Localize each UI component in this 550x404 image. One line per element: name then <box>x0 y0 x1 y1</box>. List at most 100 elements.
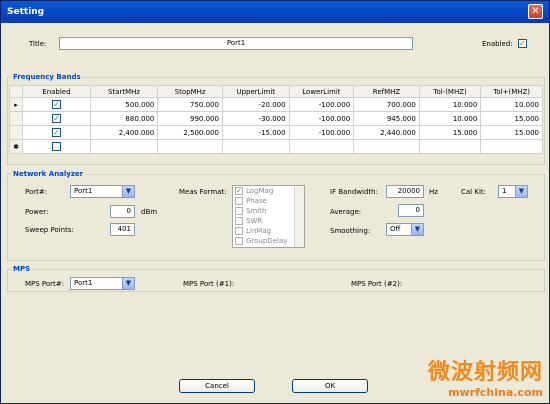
column-header-tol-minus[interactable]: Tol-(MHZ) <box>418 85 482 98</box>
meas-format-label: Meas Format: <box>179 188 227 196</box>
enabled-cell[interactable] <box>22 139 91 154</box>
column-header-tol-plus[interactable]: Tol+(MHZ) <box>480 85 543 98</box>
meas-format-list[interactable]: ✓ LogMag Phase Smith SWR LinMag GroupDela… <box>232 185 305 248</box>
ref-cell[interactable]: 945.000 <box>353 111 420 126</box>
meas-option-checkbox[interactable] <box>235 217 243 225</box>
cal-kit-label: Cal Kit: <box>461 188 486 196</box>
chevron-down-icon[interactable]: ▼ <box>411 224 423 235</box>
row-indicator[interactable]: ▸ <box>8 97 24 112</box>
upper-cell[interactable]: -20.000 <box>221 97 290 112</box>
title-input[interactable]: Port1 <box>59 37 413 50</box>
power-input[interactable]: 0 <box>110 205 135 218</box>
ref-cell[interactable] <box>353 139 420 154</box>
smoothing-select[interactable]: Off ▼ <box>386 223 424 236</box>
upper-cell[interactable] <box>221 139 290 154</box>
network-analyzer-title: Network Analyzer <box>11 170 86 178</box>
mps-port1-label: MPS Port (#1): <box>183 280 235 288</box>
stop-cell[interactable]: 2,500.000 <box>157 125 223 140</box>
meas-option-checkbox[interactable]: ✓ <box>235 187 243 195</box>
meas-option-checkbox[interactable] <box>235 207 243 215</box>
table-row[interactable]: ▸ ✓ 500.000 750.000 -20.000 -100.000 700… <box>8 97 543 112</box>
tol-minus-cell[interactable] <box>418 139 482 154</box>
mps-title: MPS <box>11 265 33 273</box>
cal-kit-select[interactable]: 1 ▼ <box>498 185 528 198</box>
stop-cell[interactable]: 990.000 <box>157 111 223 126</box>
chevron-down-icon[interactable]: ▼ <box>122 186 134 197</box>
start-cell[interactable]: 500.000 <box>89 97 159 112</box>
meas-option-checkbox[interactable] <box>235 227 243 235</box>
start-cell[interactable] <box>89 139 159 154</box>
upper-cell[interactable]: -15.000 <box>221 125 290 140</box>
start-cell[interactable]: 880.000 <box>89 111 159 126</box>
frequency-bands-table: Enabled StartMHz StopMHz UpperLimit Lowe… <box>8 85 543 154</box>
enabled-cell[interactable]: ✓ <box>22 97 91 112</box>
watermark-logo: 微波射频网 mwrfchina.com <box>428 354 543 399</box>
table-row[interactable]: ✓ 880.000 990.000 -30.000 -100.000 945.0… <box>8 111 543 126</box>
enabled-checkbox[interactable]: ✓ <box>518 39 527 48</box>
sweep-points-label: Sweep Points: <box>25 226 74 234</box>
close-icon[interactable]: ✕ <box>528 4 543 19</box>
column-header-start[interactable]: StartMHz <box>89 85 159 98</box>
average-input[interactable]: 0 <box>398 204 424 217</box>
enabled-cell[interactable]: ✓ <box>22 125 91 140</box>
meas-option-label: LogMag <box>246 187 274 195</box>
start-cell[interactable]: 2,400.000 <box>89 125 159 140</box>
ok-button[interactable]: OK <box>292 379 368 393</box>
meas-option-label: GroupDelay <box>246 237 288 245</box>
if-bandwidth-input[interactable]: 20000 <box>386 185 424 198</box>
column-header-upper[interactable]: UpperLimit <box>221 85 290 98</box>
tol-minus-cell[interactable]: 10.000 <box>418 111 482 126</box>
smoothing-value: Off <box>390 225 401 233</box>
cancel-button[interactable]: Cancel <box>179 379 255 393</box>
tol-plus-cell[interactable]: 15.000 <box>480 125 543 140</box>
meas-option-checkbox[interactable] <box>235 197 243 205</box>
column-header-lower[interactable]: LowerLimit <box>288 85 355 98</box>
new-row-icon[interactable]: ✱ <box>8 139 24 154</box>
lower-cell[interactable]: -100.000 <box>288 97 355 112</box>
row-enabled-checkbox[interactable]: ✓ <box>51 114 61 123</box>
new-row[interactable]: ✱ <box>8 139 543 154</box>
ref-cell[interactable]: 700.000 <box>353 97 420 112</box>
row-header-corner <box>8 85 24 98</box>
lower-cell[interactable]: -100.000 <box>288 125 355 140</box>
ref-cell[interactable]: 2,440.000 <box>353 125 420 140</box>
port-select-value: Port1 <box>74 187 93 195</box>
row-enabled-checkbox[interactable]: ✓ <box>51 100 61 109</box>
column-header-enabled[interactable]: Enabled <box>22 85 91 98</box>
row-indicator[interactable] <box>8 125 24 140</box>
lower-cell[interactable] <box>288 139 355 154</box>
row-enabled-checkbox[interactable] <box>51 142 61 151</box>
stop-cell[interactable]: 750.000 <box>157 97 223 112</box>
column-header-ref[interactable]: RefMHZ <box>353 85 420 98</box>
meas-format-scrollbar[interactable] <box>294 186 304 247</box>
mps-port-value: Port1 <box>74 279 93 287</box>
tol-minus-cell[interactable]: 15.000 <box>418 125 482 140</box>
title-bar: Setting ✕ <box>1 1 549 23</box>
upper-cell[interactable]: -30.000 <box>221 111 290 126</box>
cal-kit-value: 1 <box>502 187 507 195</box>
sweep-points-input[interactable]: 401 <box>110 223 135 236</box>
tol-plus-cell[interactable] <box>480 139 543 154</box>
tol-plus-cell[interactable]: 10.000 <box>480 97 543 112</box>
port-select[interactable]: Port1 ▼ <box>70 185 135 198</box>
row-enabled-checkbox[interactable]: ✓ <box>51 128 61 137</box>
tol-plus-cell[interactable]: 15.000 <box>480 111 543 126</box>
table-row[interactable]: ✓ 2,400.000 2,500.000 -15.000 -100.000 2… <box>8 125 543 140</box>
enabled-cell[interactable]: ✓ <box>22 111 91 126</box>
tol-minus-cell[interactable]: 10.000 <box>418 97 482 112</box>
frequency-bands-title: Frequency Bands <box>11 73 83 81</box>
stop-cell[interactable] <box>157 139 223 154</box>
title-label: Title: <box>29 40 47 48</box>
lower-cell[interactable]: -100.000 <box>288 111 355 126</box>
window-title: Setting <box>7 7 45 17</box>
meas-option-checkbox[interactable] <box>235 237 243 245</box>
chevron-down-icon[interactable]: ▼ <box>122 278 134 289</box>
mps-port2-label: MPS Port (#2): <box>351 280 403 288</box>
enabled-label: Enabled: <box>482 40 513 48</box>
chevron-down-icon[interactable]: ▼ <box>515 186 527 197</box>
meas-option-label: SWR <box>246 217 263 225</box>
meas-option-label: LinMag <box>246 227 272 235</box>
mps-port-select[interactable]: Port1 ▼ <box>70 277 135 290</box>
row-indicator[interactable] <box>8 111 24 126</box>
column-header-stop[interactable]: StopMHz <box>157 85 223 98</box>
